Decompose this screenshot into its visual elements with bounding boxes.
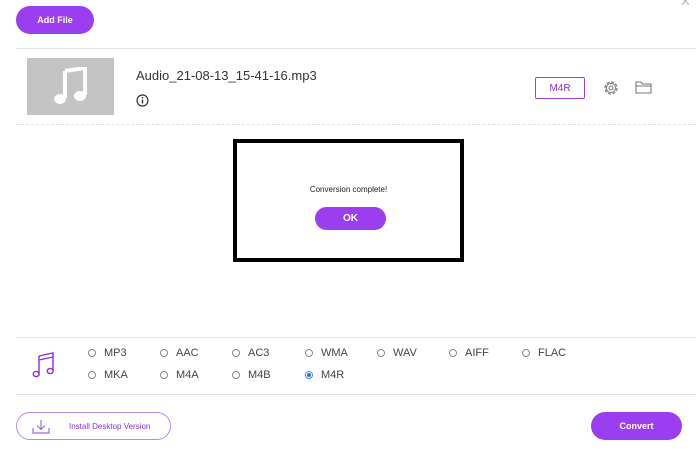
format-option-m4a[interactable]: M4A — [160, 369, 199, 381]
add-file-button[interactable]: Add File — [16, 6, 94, 34]
divider — [16, 337, 696, 338]
format-label: M4R — [321, 369, 345, 381]
radio-button[interactable] — [449, 349, 457, 357]
download-icon — [32, 420, 50, 434]
format-label: MP3 — [104, 347, 127, 359]
radio-button[interactable] — [232, 349, 240, 357]
file-name: Audio_21-08-13_15-41-16.mp3 — [136, 68, 317, 83]
output-format-badge[interactable]: M4R — [535, 77, 585, 99]
install-desktop-label: Install Desktop Version — [69, 422, 151, 431]
radio-button[interactable] — [232, 371, 240, 379]
ok-button[interactable]: OK — [315, 207, 386, 230]
close-icon[interactable]: ✕ — [680, 0, 691, 10]
folder-icon[interactable] — [635, 80, 652, 94]
install-desktop-button[interactable]: Install Desktop Version — [16, 412, 171, 440]
radio-button[interactable] — [160, 371, 168, 379]
format-option-m4b[interactable]: M4B — [232, 369, 271, 381]
format-label: WMA — [321, 347, 348, 359]
radio-button[interactable] — [160, 349, 168, 357]
format-option-mp3[interactable]: MP3 — [88, 347, 127, 359]
format-label: AC3 — [248, 347, 270, 359]
info-icon[interactable] — [136, 94, 149, 107]
format-option-m4r[interactable]: M4R — [305, 369, 344, 381]
format-option-aac[interactable]: AAC — [160, 347, 199, 359]
format-label: AAC — [176, 347, 199, 359]
format-option-wav[interactable]: WAV — [377, 347, 417, 359]
radio-button[interactable] — [88, 371, 96, 379]
format-option-flac[interactable]: FLAC — [522, 347, 566, 359]
format-label: MKA — [104, 369, 128, 381]
convert-button[interactable]: Convert — [591, 412, 682, 440]
format-label: FLAC — [538, 347, 567, 359]
gear-icon[interactable] — [602, 79, 620, 97]
format-label: M4B — [248, 369, 271, 381]
format-option-mka[interactable]: MKA — [88, 369, 128, 381]
radio-button[interactable] — [377, 349, 385, 357]
format-label: M4A — [176, 369, 199, 381]
radio-button[interactable] — [522, 349, 530, 357]
file-thumbnail — [27, 58, 114, 115]
conversion-complete-dialog: Conversion complete! OK — [233, 139, 464, 262]
music-note-icon — [32, 352, 54, 378]
divider — [16, 124, 696, 125]
format-option-wma[interactable]: WMA — [305, 347, 348, 359]
format-option-ac3[interactable]: AC3 — [232, 347, 269, 359]
format-option-aiff[interactable]: AIFF — [449, 347, 489, 359]
radio-button[interactable] — [88, 349, 96, 357]
divider — [16, 48, 696, 49]
format-label: AIFF — [465, 347, 489, 359]
radio-button[interactable] — [305, 349, 313, 357]
music-note-icon — [54, 67, 87, 104]
divider — [16, 394, 696, 395]
radio-button-selected[interactable] — [305, 371, 313, 379]
format-label: WAV — [393, 347, 417, 359]
dialog-message: Conversion complete! — [309, 185, 388, 194]
